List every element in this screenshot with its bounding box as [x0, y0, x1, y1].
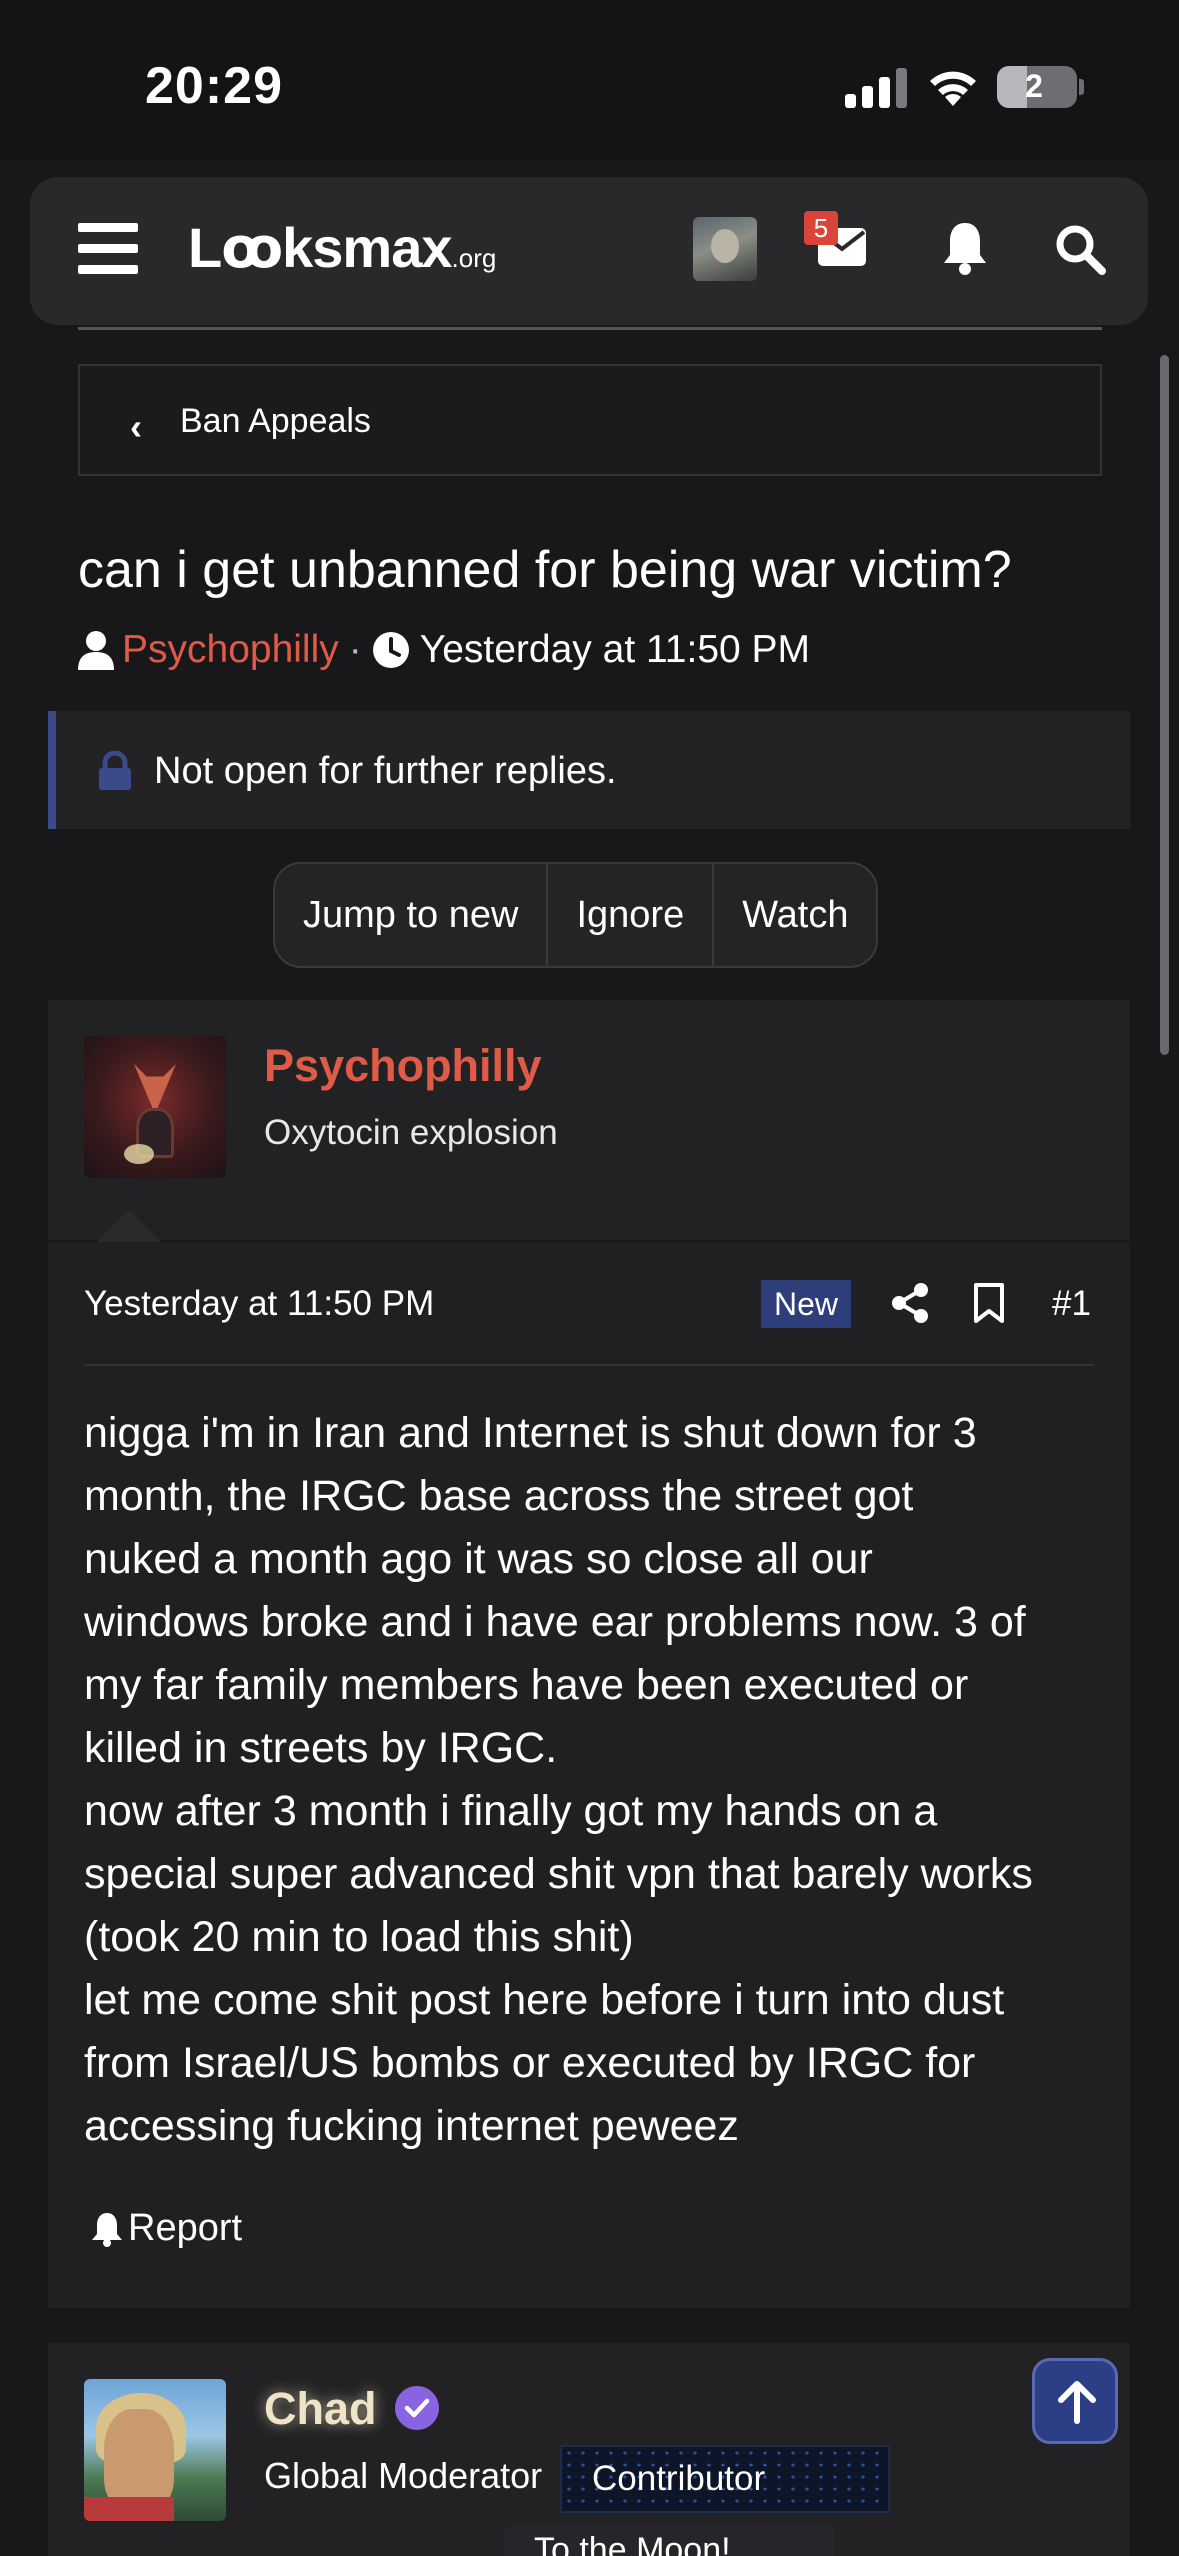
verified-icon [395, 2386, 439, 2430]
report-label: Report [128, 2207, 243, 2249]
meta-separator: · [348, 628, 362, 671]
bell-icon[interactable] [940, 221, 990, 275]
logo-suffix: .org [451, 243, 497, 273]
nav-underline [78, 327, 1102, 330]
thread-date[interactable]: Yesterday at 11:50 PM [420, 628, 810, 672]
arrow-up-icon [1058, 2381, 1096, 2424]
share-icon[interactable] [890, 1282, 930, 1324]
post-message: nigga i'm in Iran and Internet is shut d… [84, 1402, 1134, 2158]
post-line: let me come shit post here before i turn… [84, 1976, 1005, 2024]
bookmark-icon[interactable] [973, 1282, 1005, 1324]
post-user-title: Oxytocin explosion [264, 1113, 558, 1152]
post-date[interactable]: Yesterday at 11:50 PM [84, 1284, 434, 1324]
jump-to-new-button[interactable]: Jump to new [275, 864, 549, 966]
status-bar: 20:29 2 [0, 0, 1179, 160]
new-badge: New [761, 1280, 851, 1328]
locked-notice: Not open for further replies. [48, 711, 1130, 829]
battery-level: 2 [1025, 68, 1043, 104]
post-avatar[interactable] [84, 1036, 226, 1178]
post-line: special super advanced shit vpn that bar… [84, 1850, 1033, 1898]
report-button[interactable]: Report [90, 2207, 242, 2250]
watch-button[interactable]: Watch [714, 864, 876, 966]
post-line: accessing fucking internet peweez [84, 2102, 739, 2150]
post-line: (took 20 min to load this shit) [84, 1913, 634, 1961]
notice-text: Not open for further replies. [154, 750, 617, 792]
thread-action-buttons: Jump to new Ignore Watch [273, 862, 879, 968]
post-body: Yesterday at 11:50 PM New #1 nigga i'm i… [48, 1242, 1130, 2308]
cellular-signal-icon [845, 68, 907, 108]
post-line: nuked a month ago it was so close all ou… [84, 1535, 873, 1583]
top-navbar: Lꝏksmax.org 5 [30, 177, 1148, 325]
next-post-username[interactable]: Chad [264, 2383, 377, 2435]
scroll-to-top-button[interactable] [1032, 2358, 1118, 2444]
contributor-label: Contributor [592, 2459, 766, 2498]
next-post-role: Global Moderator [264, 2455, 543, 2496]
site-logo[interactable]: Lꝏksmax.org [188, 215, 496, 281]
mail-badge: 5 [804, 211, 838, 245]
to-the-moon-badge: To the Moon! [504, 2526, 834, 2556]
post-username[interactable]: Psychophilly [264, 1040, 542, 1092]
status-time: 20:29 [145, 57, 283, 115]
battery-indicator: 2 [997, 66, 1077, 108]
post-line: killed in streets by IRGC. [84, 1724, 558, 1772]
thread-author-link[interactable]: Psychophilly [122, 628, 339, 672]
ignore-button[interactable]: Ignore [548, 864, 715, 966]
thread-title: can i get unbanned for being war victim? [78, 541, 1012, 599]
page-scrollbar[interactable] [1160, 355, 1169, 1055]
wifi-icon [930, 71, 976, 106]
post-divider [84, 1364, 1094, 1366]
post-number[interactable]: #1 [1052, 1284, 1091, 1324]
post-line: now after 3 month i finally got my hands… [84, 1787, 938, 1835]
post-line: nigga i'm in Iran and Internet is shut d… [84, 1409, 977, 1457]
contributor-badge: Contributor [560, 2445, 890, 2513]
search-icon[interactable] [1054, 223, 1106, 275]
post-line: month, the IRGC base across the street g… [84, 1472, 914, 1520]
post-line: my far family members have been executed… [84, 1661, 969, 1709]
breadcrumb-label[interactable]: Ban Appeals [180, 402, 371, 441]
hamburger-icon[interactable] [78, 223, 138, 275]
breadcrumb[interactable]: ‹ Ban Appeals [78, 364, 1102, 476]
lock-icon [99, 751, 131, 790]
battery-tip [1079, 79, 1084, 95]
post-line: from Israel/US bombs or executed by IRGC… [84, 2039, 976, 2087]
clock-icon [372, 632, 409, 668]
next-post-header: Chad Global Moderator Contributor To the… [48, 2343, 1130, 2556]
post-pointer [97, 1210, 161, 1242]
next-post-avatar[interactable] [84, 2379, 226, 2521]
post-separator [48, 2308, 1130, 2344]
chevron-left-icon: ‹ [130, 406, 142, 447]
user-icon [78, 631, 114, 670]
user-avatar[interactable] [693, 217, 757, 281]
post-line: windows broke and i have ear problems no… [84, 1598, 1026, 1646]
logo-text: Lꝏksmax [188, 216, 453, 279]
bell-report-icon [92, 2212, 122, 2247]
post-user-header: Psychophilly Oxytocin explosion [48, 1000, 1130, 1240]
thread-meta: Psychophilly · Yesterday at 11:50 PM [78, 628, 810, 672]
